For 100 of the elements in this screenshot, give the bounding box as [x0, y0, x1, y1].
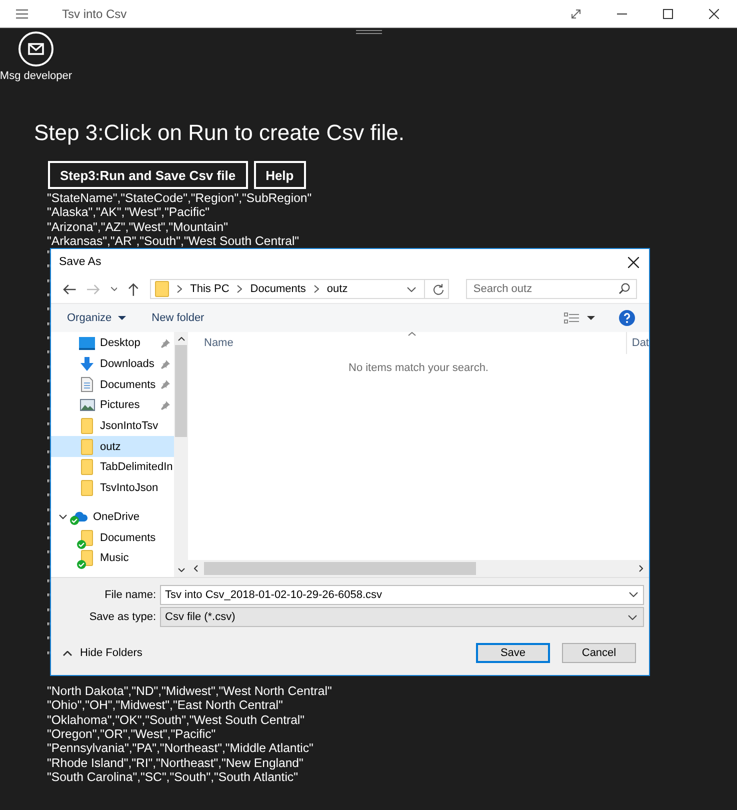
desktop-icon	[79, 336, 95, 350]
save-button[interactable]: Save	[476, 643, 550, 663]
nav-item[interactable]: JsonIntoTsv	[51, 416, 174, 436]
sort-caret-icon	[408, 332, 416, 336]
caret-icon[interactable]	[629, 592, 638, 597]
new-folder-button[interactable]: New folder	[146, 310, 210, 326]
refresh-icon[interactable]	[433, 283, 444, 295]
close-icon[interactable]	[628, 256, 639, 268]
nav-item[interactable]: Pictures	[51, 395, 174, 416]
csv-line: "South Carolina","SC","South","South Atlantic"	[47, 770, 299, 784]
csv-line: "Pennsylvania","PA","Northeast","Middle Atlantic"	[47, 741, 314, 756]
scrollbar[interactable]	[188, 560, 649, 577]
menu-icon[interactable]	[16, 8, 28, 18]
folder-icon	[81, 418, 93, 434]
scroll-down-icon[interactable]	[178, 568, 184, 572]
nav-label: Desktop	[100, 337, 140, 350]
nav-label: Downloads	[100, 358, 154, 370]
address-bar[interactable]: This PC Documents outz	[150, 279, 450, 299]
folder-icon	[155, 281, 170, 297]
chevron-icon	[237, 285, 242, 293]
nav-item[interactable]: Downloads	[51, 354, 174, 374]
csv-line: "Rhode Island","RI","Northeast","New England"	[47, 756, 304, 770]
pin-icon[interactable]	[161, 360, 170, 369]
folder-icon	[81, 530, 93, 546]
file-name-field[interactable]: Tsv into Csv_2018-01-02-10-29-26-6058.csv	[160, 585, 644, 605]
caret-icon	[628, 614, 637, 620]
csv-line: "North Dakota","ND","Midwest","West North Central"	[47, 684, 333, 698]
chevron-icon	[314, 285, 319, 293]
caret-icon	[118, 316, 126, 320]
csv-line: "Arizona","AZ","West","Mountain"	[47, 220, 229, 234]
breadcrumb[interactable]: This PC	[190, 283, 230, 295]
empty-message: No items match your search.	[348, 362, 490, 376]
csv-line: "Ohio","OH","Midwest","East North Central"	[47, 698, 284, 713]
maximize-icon[interactable]	[663, 8, 673, 18]
message-label: Msg developer	[0, 70, 72, 82]
cancel-button[interactable]: Cancel	[562, 643, 636, 663]
nav-label: TsvIntoJson	[100, 482, 158, 494]
folder-icon	[81, 438, 93, 455]
nav-label: Pictures	[100, 399, 140, 412]
scroll-up-icon[interactable]	[178, 337, 184, 341]
csv-line: "Oregon","OR","West","Pacific"	[47, 727, 217, 742]
close-icon[interactable]	[709, 8, 719, 18]
scrollbar[interactable]	[174, 332, 188, 577]
nav-label: JsonIntoTsv	[100, 420, 158, 432]
scroll-left-icon[interactable]	[194, 565, 198, 572]
csv-line: "Arkansas","AR","South","West South Central"	[47, 234, 300, 248]
help-icon[interactable]	[619, 310, 635, 326]
pin-icon[interactable]	[161, 338, 170, 348]
search-field[interactable]: Search outz	[466, 279, 637, 299]
search-icon	[619, 283, 630, 294]
save-type-dropdown[interactable]: Csv file (*.csv)	[160, 607, 644, 627]
nav-label: Music	[100, 552, 129, 564]
organize-button[interactable]: Organize	[61, 310, 132, 326]
download-icon	[80, 357, 94, 372]
window-title: Tsv into Csv	[62, 6, 127, 20]
pin-icon[interactable]	[161, 380, 170, 390]
expand-icon[interactable]	[571, 8, 581, 18]
nav-label: Documents	[100, 378, 156, 391]
hide-folders-button[interactable]: Hide Folders	[61, 645, 144, 661]
column-header[interactable]: Dat	[626, 332, 649, 354]
save-type-label: Save as type:	[88, 611, 156, 623]
nav-item[interactable]: TsvIntoJson	[51, 478, 174, 498]
caret-icon[interactable]	[59, 512, 67, 521]
nav-item[interactable]: TabDelimitedIn	[51, 457, 174, 478]
nav-label: OneDrive	[93, 510, 140, 523]
nav-label: Documents	[100, 532, 156, 544]
caret-icon[interactable]	[407, 286, 416, 292]
dialog-title: Save As	[59, 256, 102, 268]
breadcrumb[interactable]: Documents	[250, 283, 306, 295]
pin-icon[interactable]	[161, 400, 170, 410]
view-icon[interactable]	[564, 312, 579, 324]
caret-icon	[63, 650, 72, 656]
chevron-icon	[177, 285, 182, 293]
nav-item[interactable]: Desktop	[51, 333, 174, 354]
run-save-button[interactable]: Step3:Run and Save Csv file	[48, 161, 248, 189]
scroll-right-icon[interactable]	[639, 565, 643, 572]
up-icon[interactable]	[128, 282, 140, 296]
csv-line: "StateName","StateCode","Region","SubRegion"	[47, 191, 313, 206]
csv-line: "Alaska","AK","West","Pacific"	[47, 205, 210, 220]
nav-item[interactable]: OneDrive	[51, 506, 174, 528]
file-name-label: File name:	[104, 589, 156, 601]
help-button[interactable]: Help	[254, 161, 306, 189]
caret-icon[interactable]	[587, 316, 595, 320]
grip-icon[interactable]	[356, 30, 382, 34]
picture-icon	[80, 399, 94, 412]
back-icon[interactable]	[63, 284, 76, 294]
mail-icon[interactable]	[18, 31, 54, 67]
folder-icon	[81, 459, 93, 476]
nav-label: outz	[100, 440, 121, 453]
nav-item[interactable]: Music	[51, 548, 174, 569]
caret-icon[interactable]	[110, 287, 118, 291]
nav-label: TabDelimitedIn	[100, 461, 173, 474]
nav-item[interactable]: Documents	[51, 374, 174, 396]
nav-item[interactable]: Documents	[51, 527, 174, 548]
breadcrumb[interactable]: outz	[326, 283, 348, 295]
document-icon	[81, 377, 93, 392]
folder-icon	[81, 480, 93, 496]
csv-line: "Oklahoma","OK","South","West South Central"	[47, 712, 306, 728]
column-header[interactable]: Name	[204, 337, 234, 349]
nav-item[interactable]: outz	[51, 436, 174, 458]
